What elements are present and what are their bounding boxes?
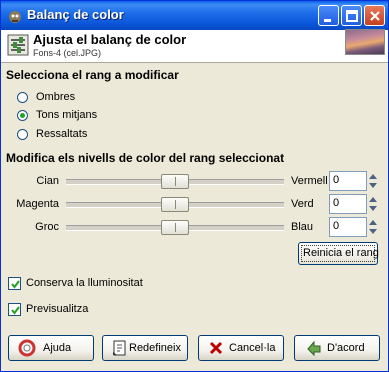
lifebuoy-icon [18,339,36,357]
checkmark-icon [11,306,20,315]
color-balance-icon [7,34,29,56]
cancel-button[interactable]: Cancel·la [198,335,284,361]
slider-row-cyan-red: Cian Vermell 0 [1,171,388,193]
radio-label: Ombres [36,91,76,103]
help-button[interactable]: Ajuda [8,335,94,361]
radio-indicator[interactable] [17,110,28,121]
levels-section-title: Modifica els nivells de color del rang s… [6,151,285,165]
checkbox-label: Conserva la lluminositat [26,277,143,289]
magenta-green-spinbox[interactable]: 0 [329,194,367,214]
cancel-icon [209,341,223,355]
spin-value: 0 [333,197,340,209]
spin-arrows-icon[interactable] [368,217,378,237]
spin-value: 0 [333,220,340,232]
minimize-icon [324,19,331,22]
spin-arrows-icon[interactable] [368,171,378,191]
radio-indicator[interactable] [17,129,28,140]
image-name: Fons-4 (cel.JPG) [33,48,102,58]
maximize-icon [346,10,358,22]
slider-thumb[interactable] [161,197,189,212]
help-label: Ajuda [43,342,72,354]
reset-icon [113,340,126,356]
spin-arrows-icon[interactable] [368,194,378,214]
checkbox-indicator[interactable] [8,303,21,316]
radio-indicator[interactable] [17,92,28,103]
reset-range-button[interactable]: Reinicia el rang [298,242,379,265]
window-title: Balanç de color [27,7,124,22]
title-bar[interactable]: Balanç de color [1,1,388,30]
cyan-red-spinbox[interactable]: 0 [329,171,367,191]
ok-icon [307,340,321,357]
ok-label: D'acord [327,342,365,354]
ok-button[interactable]: D'acord [294,335,380,361]
slider-right-label: Vermell [291,175,328,187]
yellow-blue-slider[interactable] [66,220,284,235]
cancel-label: Cancel·la [229,342,276,354]
reset-range-label: Reinicia el rang [303,247,379,259]
checkbox-label: Previsualitza [26,303,89,315]
checkbox-indicator[interactable] [8,277,21,290]
dialog-header: Ajusta el balanç de color Fons-4 (cel.JP… [1,30,388,63]
minimize-button[interactable] [318,5,339,26]
slider-left-label: Cian [36,175,59,187]
slider-thumb[interactable] [161,220,189,235]
spin-value: 0 [333,174,340,186]
reset-button[interactable]: Redefineix [102,335,188,361]
slider-left-label: Magenta [16,198,59,210]
cyan-red-slider[interactable] [66,174,284,189]
image-thumbnail [345,29,385,55]
radio-label: Ressaltats [36,128,88,140]
maximize-button[interactable] [341,5,362,26]
dialog-window: Balanç de color Ajusta el balanç de colo… [0,0,389,372]
slider-row-magenta-green: Magenta Verd 0 [1,194,388,216]
gimp-app-icon [9,11,21,23]
close-icon [370,11,380,21]
slider-left-label: Groc [35,221,59,233]
slider-row-yellow-blue: Groc Blau 0 [1,217,388,239]
magenta-green-slider[interactable] [66,197,284,212]
range-section-title: Selecciona el rang a modificar [6,68,179,82]
slider-thumb[interactable] [161,174,189,189]
slider-right-label: Verd [291,198,314,210]
close-button[interactable] [364,5,385,26]
yellow-blue-spinbox[interactable]: 0 [329,217,367,237]
slider-right-label: Blau [291,221,314,233]
radio-label: Tons mitjans [36,109,98,121]
checkmark-icon [11,280,20,289]
reset-label: Redefineix [129,342,181,354]
dialog-heading: Ajusta el balanç de color [33,32,187,47]
